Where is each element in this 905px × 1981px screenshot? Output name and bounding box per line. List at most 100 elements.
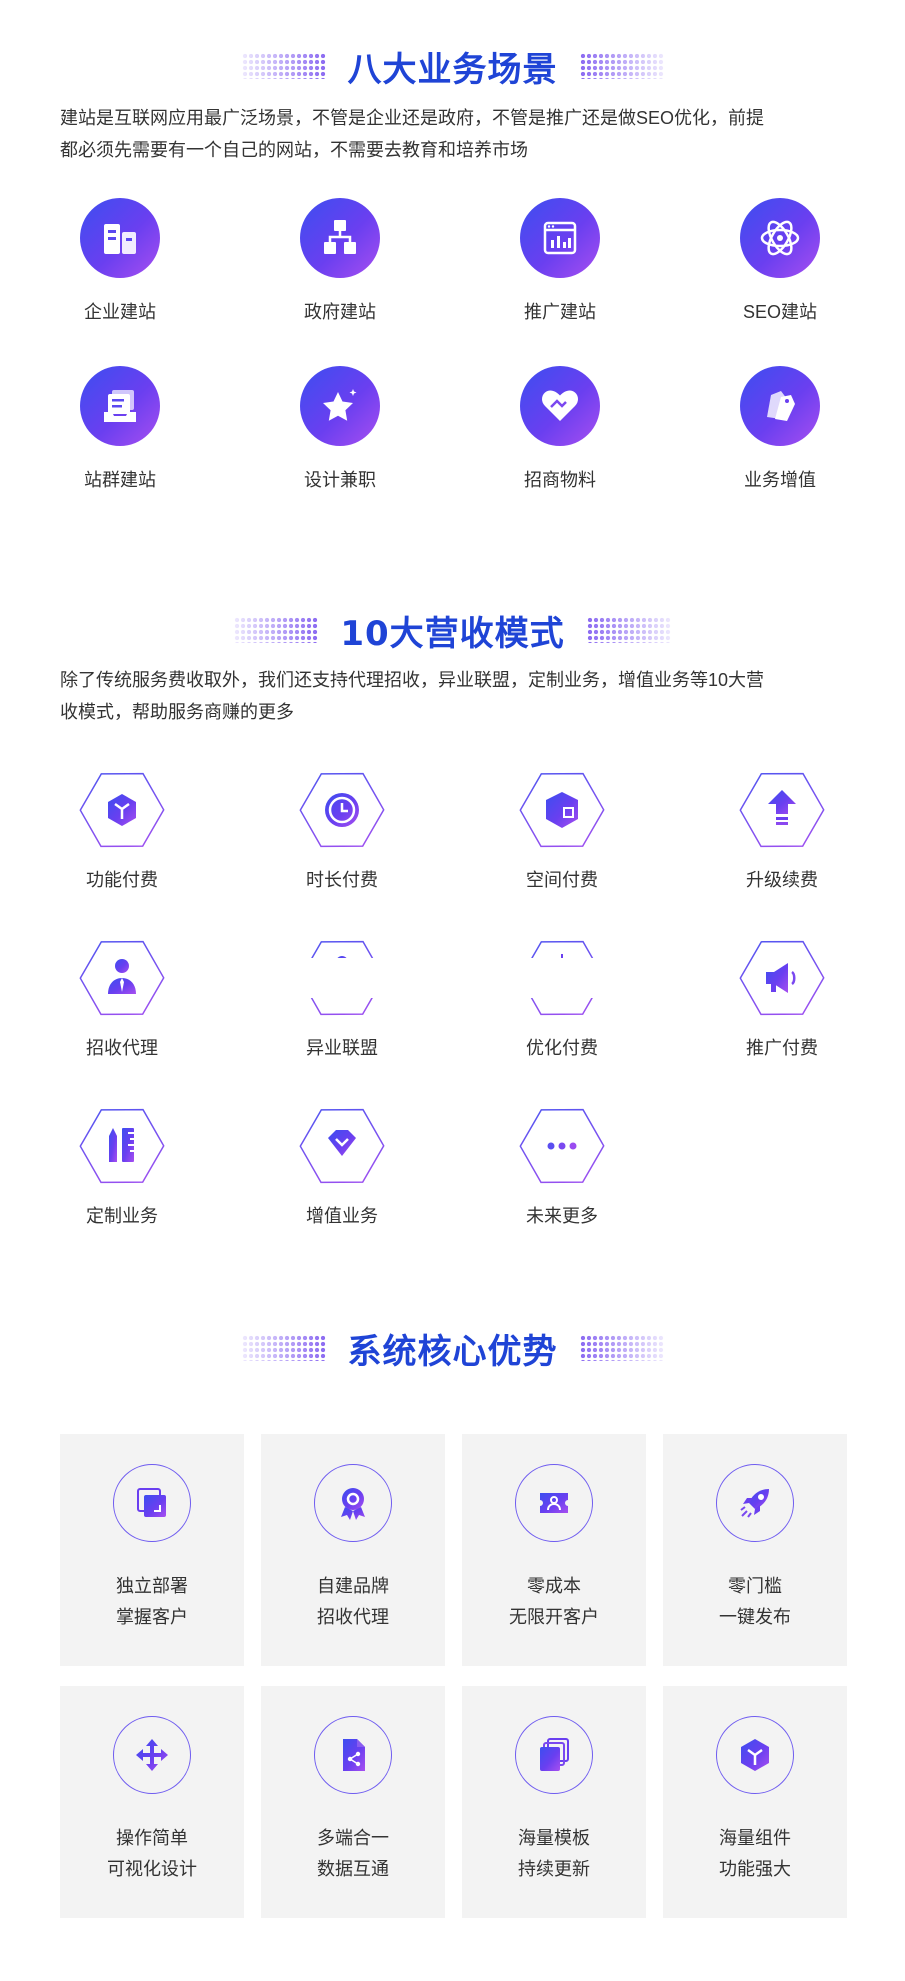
advantage-title: 自建品牌	[317, 1576, 389, 1596]
advantage-card[interactable]: 海量模板 持续更新	[462, 1686, 646, 1918]
description-line: 建站是互联网应用最广泛场景，不管是企业还是政府，不管是推广还是做SEO优化，前提	[60, 108, 765, 128]
scenario-item[interactable]: 政府建站	[250, 198, 430, 324]
section-title: 10大营收模式	[340, 613, 565, 654]
clock-icon	[298, 766, 386, 854]
cube-icon	[716, 1716, 794, 1794]
revenue-label: 招收代理	[86, 1038, 158, 1058]
advantage-card[interactable]: 多端合一 数据互通	[261, 1686, 445, 1918]
dots-decoration-right	[579, 53, 664, 79]
revenue-label: 异业联盟	[306, 1038, 378, 1058]
advantage-subtitle: 可视化设计	[107, 1859, 197, 1879]
share-doc-icon	[314, 1716, 392, 1794]
revenue-item[interactable]: 异业联盟	[252, 934, 432, 1060]
revenue-item[interactable]: 增值业务	[252, 1102, 432, 1228]
scenario-item[interactable]: 企业建站	[30, 198, 210, 324]
arrow-up-icon	[738, 766, 826, 854]
section-title: 系统核心优势	[347, 1331, 558, 1372]
scenario-item[interactable]: 招商物料	[470, 366, 650, 492]
ticket-user-icon	[515, 1464, 593, 1542]
section-title-row: 系统核心优势	[0, 1320, 905, 1376]
advantage-card[interactable]: 独立部署 掌握客户	[60, 1434, 244, 1666]
dots-decoration-left	[241, 1335, 326, 1361]
advantage-title: 零成本	[527, 1576, 581, 1596]
building-icon	[80, 198, 160, 278]
section-revenue-modes: 10大营收模式 除了传统服务费收取外，我们还支持代理招收，异业联盟，定制业务，增…	[0, 602, 905, 728]
cube-y-icon	[78, 766, 166, 854]
scenario-item[interactable]: 推广建站	[470, 198, 650, 324]
scenario-item[interactable]: 业务增值	[690, 366, 870, 492]
scenario-label: 推广建站	[524, 302, 596, 322]
advantage-subtitle: 无限开客户	[509, 1607, 599, 1627]
revenue-label: 推广付费	[746, 1038, 818, 1058]
dots-decoration-right	[579, 1335, 664, 1361]
scenario-item[interactable]: 站群建站	[30, 366, 210, 492]
atom-icon	[740, 198, 820, 278]
revenue-item[interactable]: 定制业务	[32, 1102, 212, 1228]
stacked-docs-icon	[80, 366, 160, 446]
megaphone-icon	[738, 934, 826, 1022]
revenue-label: 时长付费	[306, 870, 378, 890]
dots-decoration-left	[241, 53, 326, 79]
advantage-card[interactable]: 自建品牌 招收代理	[261, 1434, 445, 1666]
browser-chart-icon	[520, 198, 600, 278]
advantage-subtitle: 持续更新	[518, 1859, 590, 1879]
advantage-grid: 独立部署 掌握客户 自建品牌 招收代理 零成本 无限开客户 零门槛 一键发布 操…	[0, 1434, 905, 1918]
advantage-subtitle: 掌握客户	[116, 1607, 188, 1627]
description-line: 收模式，帮助服务商赚的更多	[60, 702, 294, 722]
revenue-label: 未来更多	[526, 1206, 598, 1226]
section-business-scenarios: 八大业务场景 建站是互联网应用最广泛场景，不管是企业还是政府，不管是推广还是做S…	[0, 38, 905, 166]
description-line: 除了传统服务费收取外，我们还支持代理招收，异业联盟，定制业务，增值业务等10大营	[60, 670, 765, 690]
scenario-item[interactable]: SEO建站	[690, 198, 870, 324]
move-icon	[113, 1716, 191, 1794]
section-description: 除了传统服务费收取外，我们还支持代理招收，异业联盟，定制业务，增值业务等10大营…	[60, 664, 845, 728]
scenario-label: 站群建站	[84, 470, 156, 490]
optimize-icon	[518, 934, 606, 1022]
section-title-row: 10大营收模式	[0, 602, 905, 658]
scenario-label: 招商物料	[524, 470, 596, 490]
advantage-title: 独立部署	[116, 1576, 188, 1596]
heart-hands-icon	[520, 366, 600, 446]
advantage-title: 海量模板	[518, 1828, 590, 1848]
advantage-title: 操作简单	[116, 1828, 188, 1848]
box-icon	[518, 766, 606, 854]
scenario-label: 业务增值	[744, 470, 816, 490]
revenue-item[interactable]: 空间付费	[472, 766, 652, 892]
rocket-icon	[716, 1464, 794, 1542]
agent-icon	[78, 934, 166, 1022]
revenue-label: 增值业务	[306, 1206, 378, 1226]
layers-icon	[113, 1464, 191, 1542]
advantage-card[interactable]: 海量组件 功能强大	[663, 1686, 847, 1918]
stacked-pages-icon	[515, 1716, 593, 1794]
dots-decoration-left	[234, 617, 319, 643]
advantage-card[interactable]: 零成本 无限开客户	[462, 1434, 646, 1666]
revenue-label: 定制业务	[86, 1206, 158, 1226]
more-dots-icon	[518, 1102, 606, 1190]
org-chart-icon	[300, 198, 380, 278]
advantage-title: 海量组件	[719, 1828, 791, 1848]
revenue-item[interactable]: 升级续费	[692, 766, 872, 892]
advantage-subtitle: 功能强大	[719, 1859, 791, 1879]
advantage-subtitle: 一键发布	[719, 1607, 791, 1627]
scenario-item[interactable]: 设计兼职	[250, 366, 430, 492]
revenue-item[interactable]: 未来更多	[472, 1102, 652, 1228]
advantage-subtitle: 数据互通	[317, 1859, 389, 1879]
section-core-advantages: 系统核心优势	[0, 1320, 905, 1376]
pencil-ruler-icon	[78, 1102, 166, 1190]
dots-decoration-right	[586, 617, 671, 643]
section-description: 建站是互联网应用最广泛场景，不管是企业还是政府，不管是推广还是做SEO优化，前提…	[60, 102, 845, 166]
revenue-item[interactable]: 时长付费	[252, 766, 432, 892]
scenario-label: SEO建站	[742, 302, 817, 322]
revenue-item[interactable]: 优化付费	[472, 934, 652, 1060]
revenue-label: 升级续费	[746, 870, 818, 890]
revenue-label: 优化付费	[526, 1038, 598, 1058]
advantage-card[interactable]: 操作简单 可视化设计	[60, 1686, 244, 1918]
scenario-label: 企业建站	[84, 302, 156, 322]
scenario-label: 政府建站	[304, 302, 376, 322]
badge-icon	[314, 1464, 392, 1542]
revenue-item[interactable]: 招收代理	[32, 934, 212, 1060]
diamond-icon	[298, 1102, 386, 1190]
revenue-item[interactable]: 功能付费	[32, 766, 212, 892]
revenue-item[interactable]: 推广付费	[692, 934, 872, 1060]
advantage-card[interactable]: 零门槛 一键发布	[663, 1434, 847, 1666]
scenario-label: 设计兼职	[304, 470, 376, 490]
